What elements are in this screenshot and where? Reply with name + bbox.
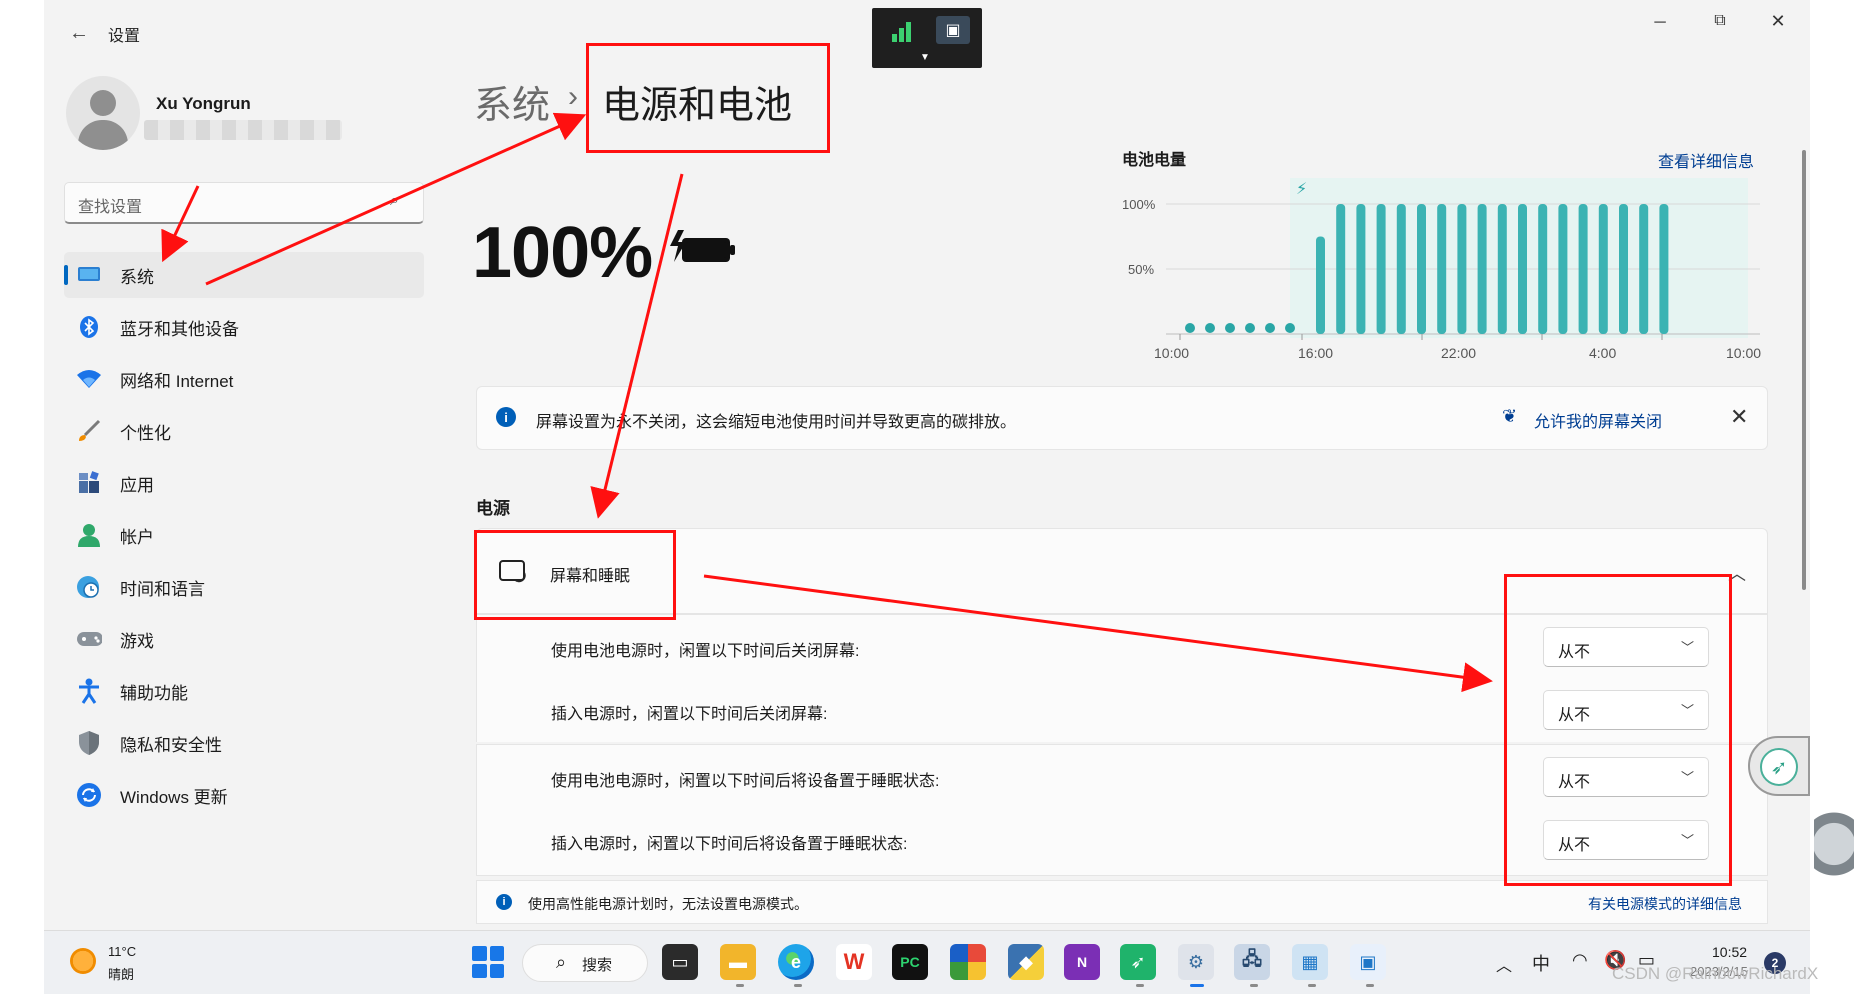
annotation-arrow — [161, 185, 200, 263]
annotation-arrow — [590, 173, 684, 519]
annotation-arrow — [205, 112, 587, 286]
annotation-arrow — [703, 574, 1493, 693]
annotation-arrows — [161, 112, 1493, 693]
